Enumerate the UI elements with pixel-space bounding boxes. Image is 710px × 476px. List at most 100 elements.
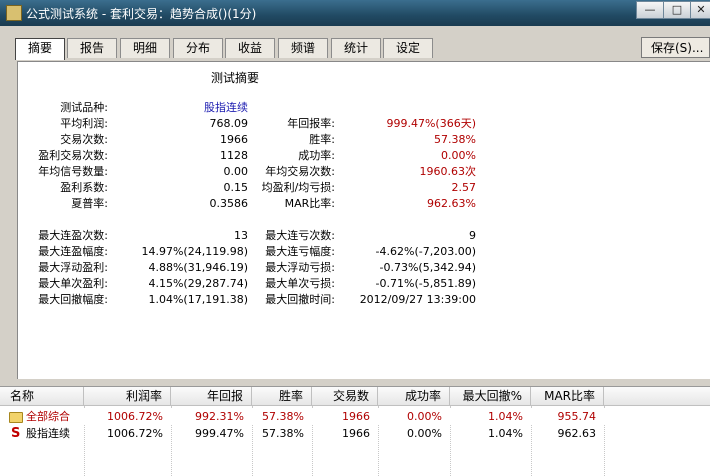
stat-mar-ratio: MAR比率: 962.63% — [258, 196, 478, 212]
tab-report[interactable]: 报告 — [67, 38, 117, 58]
stat-success-rate: 成功率: 0.00% — [258, 148, 478, 164]
cell-annual-return: 999.47% — [195, 427, 244, 440]
product-label: 测试品种: — [60, 101, 108, 114]
stat-max-drawdown: 最大回撤幅度: 1.04%(17,191.38) — [18, 292, 258, 308]
app-icon — [6, 5, 22, 21]
stat-value: 0.3586 — [209, 197, 249, 210]
cell-mar-ratio: 955.74 — [557, 410, 597, 423]
stat-win-rate: 胜率: 57.38% — [258, 132, 478, 148]
stat-value: -0.73%(5,342.94) — [379, 261, 476, 274]
col-header-profit-rate[interactable]: 利润率 — [84, 387, 171, 406]
stat-max-consec-loss-amount: 最大连亏幅度: -4.62%(-7,203.00) — [258, 244, 478, 260]
tab-spectrum[interactable]: 频谱 — [278, 38, 328, 58]
stat-value: 14.97%(24,119.98) — [141, 245, 248, 258]
cell-win-rate: 57.38% — [262, 427, 304, 440]
stat-value: 2012/09/27 13:39:00 — [359, 293, 476, 306]
stat-value: 4.88%(31,946.19) — [148, 261, 248, 274]
stat-value: 13 — [234, 229, 248, 242]
stat-value: 57.38% — [434, 133, 476, 146]
stat-avg-win-loss: 均盈利/均亏损: 2.57 — [258, 180, 478, 196]
stat-win-trade-count: 盈利交易次数: 1128 — [18, 148, 258, 164]
cell-success-rate: 0.00% — [407, 427, 442, 440]
stat-value: 1966 — [220, 133, 248, 146]
stat-profit-factor: 盈利系数: 0.15 — [18, 180, 258, 196]
stat-max-drawdown-time: 最大回撤时间: 2012/09/27 13:39:00 — [258, 292, 478, 308]
stat-value: -0.71%(-5,851.89) — [375, 277, 476, 290]
stat-max-single-loss: 最大单次亏损: -0.71%(-5,851.89) — [258, 276, 478, 292]
col-header-max-drawdown[interactable]: 最大回撤% — [450, 387, 531, 406]
col-header-win-rate[interactable]: 胜率 — [252, 387, 312, 406]
stat-label: MAR比率: — [284, 197, 335, 210]
stat-max-consec-losses: 最大连亏次数: 9 — [258, 228, 478, 244]
stat-yearly-trades: 年均交易次数: 1960.63次 — [258, 164, 478, 180]
stat-label: 最大回撤幅度: — [38, 293, 108, 306]
stat-value: 2.57 — [451, 181, 477, 194]
product-row: 测试品种: 股指连续 — [18, 100, 318, 116]
save-button[interactable]: 保存(S)... — [641, 37, 710, 58]
col-header-trade-count[interactable]: 交易数 — [312, 387, 378, 406]
cell-max-drawdown: 1.04% — [488, 410, 523, 423]
minimize-button[interactable]: — — [636, 1, 664, 19]
stat-value: 9 — [469, 229, 476, 242]
stat-label: 最大单次亏损: — [265, 277, 335, 290]
stat-label: 均盈利/均亏损: — [261, 181, 335, 194]
cell-name: 股指连续 — [26, 427, 70, 440]
stat-avg-profit: 平均利润: 768.09 — [18, 116, 258, 132]
stat-label: 年均交易次数: — [265, 165, 335, 178]
tab-returns[interactable]: 收益 — [225, 38, 275, 58]
stat-label: 最大连亏次数: — [265, 229, 335, 242]
maximize-button[interactable]: □ — [663, 1, 691, 19]
stat-label: 年均信号数量: — [38, 165, 108, 178]
stat-label: 最大单次盈利: — [38, 277, 108, 290]
title-bar[interactable]: 公式测试系统 - 套利交易：趋势合成()(1分) — □ ✕ — [0, 0, 710, 26]
stat-sharpe: 夏普率: 0.3586 — [18, 196, 258, 212]
col-header-name[interactable]: 名称 — [0, 387, 84, 406]
stat-label: 最大回撤时间: — [265, 293, 335, 306]
cell-trade-count: 1966 — [342, 427, 370, 440]
stat-max-consec-wins: 最大连盈次数: 13 — [18, 228, 258, 244]
stat-yearly-signals: 年均信号数量: 0.00 — [18, 164, 258, 180]
stat-value: 962.63% — [427, 197, 476, 210]
stat-label: 最大连盈幅度: — [38, 245, 108, 258]
stat-label: 最大连盈次数: — [38, 229, 108, 242]
stat-value: 0.00% — [441, 149, 476, 162]
col-header-filler — [604, 387, 710, 406]
col-header-mar-ratio[interactable]: MAR比率 — [531, 387, 604, 406]
stat-value: 1.04%(17,191.38) — [148, 293, 248, 306]
app-window: 公式测试系统 - 套利交易：趋势合成()(1分) — □ ✕ 摘要 报告 明细 … — [0, 0, 710, 476]
tab-distribution[interactable]: 分布 — [173, 38, 223, 58]
cell-annual-return: 992.31% — [195, 410, 244, 423]
product-value: 股指连续 — [204, 101, 248, 114]
cell-mar-ratio: 962.63 — [557, 427, 597, 440]
table-row[interactable]: S 股指连续 1006.72% 999.47% 57.38% 1966 0.00… — [0, 426, 710, 442]
stat-label: 盈利交易次数: — [38, 149, 108, 162]
stat-value: 1128 — [220, 149, 248, 162]
close-button[interactable]: ✕ — [690, 1, 710, 19]
stat-value: 4.15%(29,287.74) — [148, 277, 248, 290]
stat-max-single-profit: 最大单次盈利: 4.15%(29,287.74) — [18, 276, 258, 292]
tab-detail[interactable]: 明细 — [120, 38, 170, 58]
tab-summary[interactable]: 摘要 — [15, 38, 65, 60]
window-title: 公式测试系统 - 套利交易：趋势合成()(1分) — [26, 7, 257, 21]
stat-value: 0.15 — [223, 181, 249, 194]
stat-label: 夏普率: — [71, 197, 108, 210]
col-header-success-rate[interactable]: 成功率 — [378, 387, 450, 406]
cell-max-drawdown: 1.04% — [488, 427, 523, 440]
cell-profit-rate: 1006.72% — [107, 410, 163, 423]
tab-settings[interactable]: 设定 — [383, 38, 433, 58]
cell-success-rate: 0.00% — [407, 410, 442, 423]
stat-value: -4.62%(-7,203.00) — [375, 245, 476, 258]
cell-name: 全部综合 — [26, 410, 70, 423]
result-list: 名称 利润率 年回报 胜率 交易数 成功率 最大回撤% MAR比率 全部综合 1… — [0, 386, 710, 476]
stat-label: 最大连亏幅度: — [265, 245, 335, 258]
cell-win-rate: 57.38% — [262, 410, 304, 423]
stat-max-float-profit: 最大浮动盈利: 4.88%(31,946.19) — [18, 260, 258, 276]
col-header-annual-return[interactable]: 年回报 — [171, 387, 252, 406]
cell-profit-rate: 1006.72% — [107, 427, 163, 440]
tab-statistics[interactable]: 统计 — [331, 38, 381, 58]
stat-max-consec-win-amount: 最大连盈幅度: 14.97%(24,119.98) — [18, 244, 258, 260]
stat-label: 年回报率: — [287, 117, 335, 130]
table-row[interactable]: 全部综合 1006.72% 992.31% 57.38% 1966 0.00% … — [0, 409, 710, 425]
stat-annual-return: 年回报率: 999.47%(366天) — [258, 116, 478, 132]
stat-label: 最大浮动亏损: — [265, 261, 335, 274]
